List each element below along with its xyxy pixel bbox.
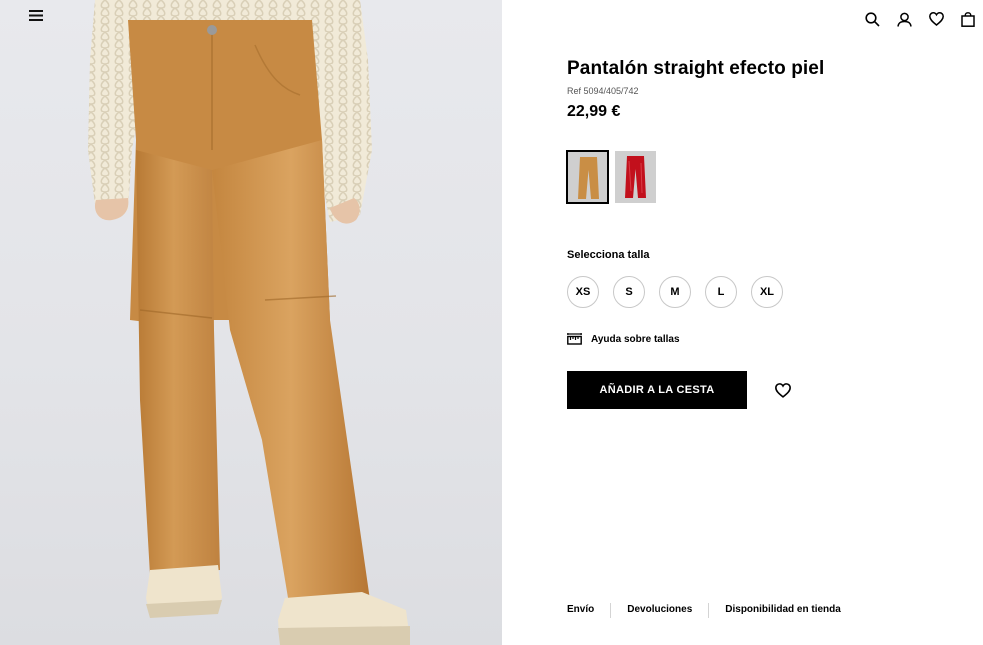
size-option-l[interactable]: L xyxy=(705,276,737,308)
user-icon xyxy=(896,12,912,27)
product-footer-links: Envío Devoluciones Disponibilidad en tie… xyxy=(567,602,841,618)
store-availability-link[interactable]: Disponibilidad en tienda xyxy=(725,602,841,618)
returns-link[interactable]: Devoluciones xyxy=(627,602,692,618)
wishlist-header-button[interactable] xyxy=(927,10,945,28)
color-swatch-camel[interactable] xyxy=(566,150,609,204)
size-option-xs[interactable]: XS xyxy=(567,276,599,308)
account-button[interactable] xyxy=(895,10,913,28)
color-swatches xyxy=(566,150,967,204)
purchase-actions: AÑADIR A LA CESTA xyxy=(567,371,967,409)
product-photo-illustration xyxy=(88,0,410,645)
menu-button[interactable] xyxy=(29,10,49,28)
color-swatch-red[interactable] xyxy=(615,151,656,203)
header-actions xyxy=(863,10,977,28)
size-help-link[interactable]: Ayuda sobre tallas xyxy=(567,333,967,345)
camel-pants-thumbnail xyxy=(568,152,607,202)
size-option-s[interactable]: S xyxy=(613,276,645,308)
product-title: Pantalón straight efecto piel xyxy=(567,58,825,79)
size-help-label: Ayuda sobre tallas xyxy=(591,333,680,345)
add-to-cart-button[interactable]: AÑADIR A LA CESTA xyxy=(567,371,747,409)
red-pants-thumbnail xyxy=(615,151,656,203)
product-price: 22,99 € xyxy=(567,103,621,120)
search-icon xyxy=(864,11,880,27)
shipping-link[interactable]: Envío xyxy=(567,602,594,618)
divider xyxy=(708,602,710,618)
size-options: XS S M L XL xyxy=(567,276,967,308)
bag-icon xyxy=(961,11,975,27)
size-selector-label: Selecciona talla xyxy=(567,249,650,261)
product-info: Pantalón straight efecto piel Ref 5094/4… xyxy=(566,58,967,409)
hamburger-icon xyxy=(29,10,43,21)
size-option-m[interactable]: M xyxy=(659,276,691,308)
heart-icon xyxy=(928,12,944,26)
cart-button[interactable] xyxy=(959,10,977,28)
size-option-xl[interactable]: XL xyxy=(751,276,783,308)
product-image xyxy=(0,0,502,645)
divider xyxy=(610,602,612,618)
product-reference: Ref 5094/405/742 xyxy=(567,86,639,96)
ruler-icon xyxy=(567,333,582,345)
search-button[interactable] xyxy=(863,10,881,28)
add-to-wishlist-button[interactable] xyxy=(774,381,792,399)
heart-icon xyxy=(775,382,791,398)
